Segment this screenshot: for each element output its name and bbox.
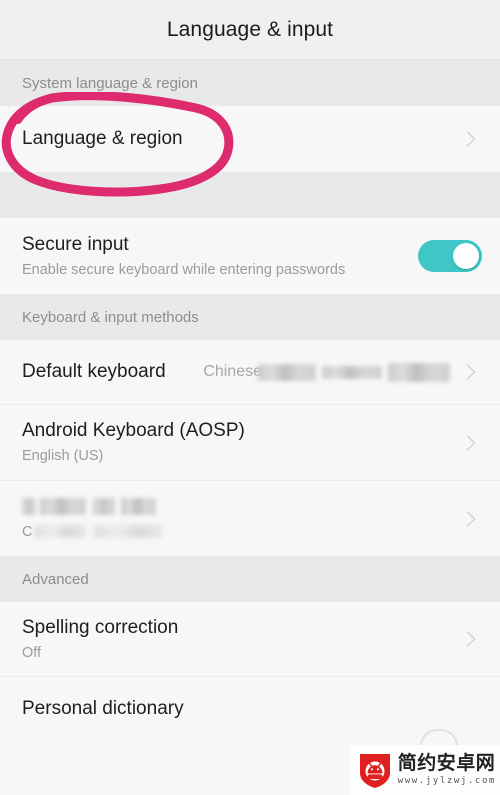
list-item-secure-input[interactable]: Secure input Enable secure keyboard whil… xyxy=(0,218,500,294)
redacted-text-block xyxy=(34,525,87,538)
list-item-title: Personal dictionary xyxy=(22,697,184,719)
list-item-text: Default keyboard xyxy=(22,360,203,384)
section-header-label: Advanced xyxy=(22,570,89,588)
list-item-android-keyboard-aosp[interactable]: Android Keyboard (AOSP) English (US) xyxy=(0,404,500,480)
section-header-label: System language & region xyxy=(22,74,198,92)
redacted-text-block xyxy=(94,525,163,538)
list-item-subtitle: English (US) xyxy=(22,448,104,464)
list-item-text: Personal dictionary xyxy=(22,697,482,721)
list-item-subtitle: Off xyxy=(22,644,42,661)
list-group-system-language-region: Language & region xyxy=(0,106,500,172)
list-item-title: Language & region xyxy=(22,128,183,149)
secure-input-toggle[interactable] xyxy=(418,240,482,272)
redacted-text-block xyxy=(388,362,450,382)
list-item-subtitle: C xyxy=(22,523,33,540)
list-item-text: Spelling correction Off xyxy=(22,616,460,663)
watermark-text: 简约安卓网 www.jylzwj.com xyxy=(398,754,496,786)
chevron-right-icon xyxy=(460,628,482,650)
redacted-text-block xyxy=(40,498,86,515)
list-item-redacted-input-method[interactable]: C xyxy=(0,480,500,556)
default-keyboard-value: Chinese xyxy=(203,362,460,382)
list-item-spelling-correction[interactable]: Spelling correction Off xyxy=(0,602,500,676)
watermark-url: www.jylzwj.com xyxy=(397,776,496,786)
list-item-title: Spelling correction xyxy=(22,616,179,638)
list-item-title: Default keyboard xyxy=(22,361,166,382)
list-item-title: Secure input xyxy=(22,233,129,255)
list-item-title: Android Keyboard (AOSP) xyxy=(22,420,245,441)
redacted-text-block xyxy=(22,498,36,515)
redacted-text-block xyxy=(121,498,156,515)
list-item-language-and-region[interactable]: Language & region xyxy=(0,106,500,172)
android-shield-logo-icon xyxy=(358,751,392,789)
watermark-site-name: 简约安卓网 xyxy=(397,752,496,774)
list-group-keyboard-input-methods: Default keyboard Chinese Android Keyboar… xyxy=(0,340,500,556)
list-item-default-keyboard[interactable]: Default keyboard Chinese xyxy=(0,340,500,404)
list-item-personal-dictionary[interactable]: Personal dictionary xyxy=(0,676,500,740)
redacted-text-block xyxy=(322,365,382,379)
section-header-advanced: Advanced xyxy=(0,556,500,602)
section-header-label: Keyboard & input methods xyxy=(22,308,199,326)
list-item-title-redacted xyxy=(22,496,460,518)
section-spacer-1 xyxy=(0,172,500,218)
list-item-text: C xyxy=(22,496,460,542)
redacted-text-block xyxy=(258,363,316,381)
chevron-right-icon xyxy=(460,361,482,383)
section-header-keyboard-input-methods: Keyboard & input methods xyxy=(0,294,500,340)
list-item-value: Chinese xyxy=(203,363,262,380)
list-item-text: Language & region xyxy=(22,127,460,151)
list-group-advanced: Spelling correction Off Personal diction… xyxy=(0,602,500,740)
chevron-right-icon xyxy=(460,432,482,454)
toggle-knob xyxy=(453,243,479,269)
list-item-text: Secure input Enable secure keyboard whil… xyxy=(22,233,418,280)
list-item-text: Android Keyboard (AOSP) English (US) xyxy=(22,419,460,466)
redacted-text-block xyxy=(93,498,115,515)
page-title: Language & input xyxy=(166,17,334,41)
app-bar: Language & input xyxy=(0,0,500,60)
settings-screen: Language & input System language & regio… xyxy=(0,0,500,795)
chevron-right-icon xyxy=(460,508,482,530)
chevron-right-icon xyxy=(460,128,482,150)
list-item-subtitle: Enable secure keyboard while entering pa… xyxy=(22,261,346,278)
list-item-subtitle-redacted: C xyxy=(22,522,460,542)
list-group-secure-input: Secure input Enable secure keyboard whil… xyxy=(0,218,500,294)
site-watermark: 简约安卓网 www.jylzwj.com xyxy=(349,745,500,795)
section-header-system-language-region: System language & region xyxy=(0,60,500,106)
